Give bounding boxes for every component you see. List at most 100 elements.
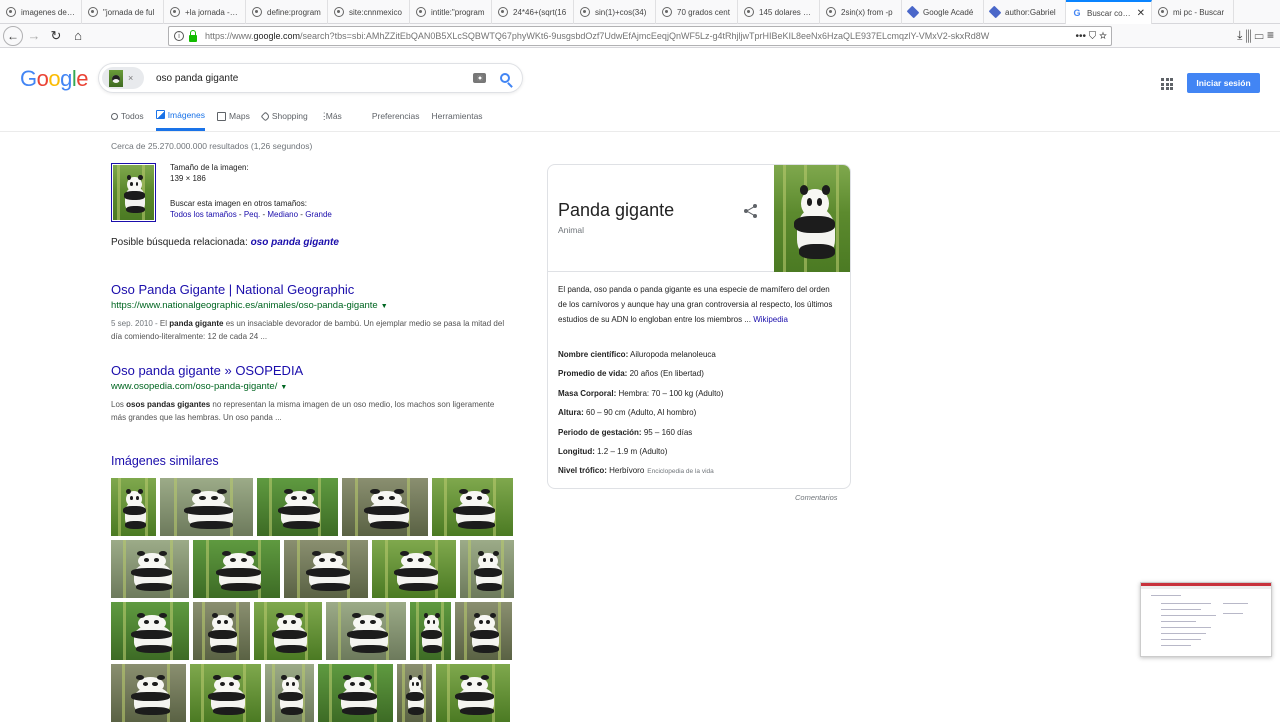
back-button[interactable]: ←: [3, 25, 23, 46]
search-box[interactable]: × oso panda gigante: [98, 63, 523, 93]
toolbar-icons[interactable]: ⤓ ⫼ ▭ ≡: [1237, 28, 1274, 43]
similar-image[interactable]: [160, 478, 253, 536]
browser-tab[interactable]: author:Gabriel: [984, 0, 1066, 24]
fact-label[interactable]: Nombre científico:: [558, 350, 628, 359]
panda-image: [455, 602, 512, 660]
similar-image[interactable]: [326, 602, 406, 660]
similar-image[interactable]: [111, 664, 186, 722]
fact-source[interactable]: Enciclopedia de la vida: [647, 468, 714, 475]
browser-nav-bar: ← → ↻ ⌂ i https://www.google.com/search?…: [0, 24, 1280, 48]
forward-button[interactable]: →: [23, 25, 45, 47]
browser-tab[interactable]: "jornada de ful: [82, 0, 164, 24]
panda-image: [318, 664, 393, 722]
logo-letter: o: [36, 66, 49, 91]
result-title-link[interactable]: Oso Panda Gigante | National Geographic: [111, 282, 511, 298]
source-image-thumbnail[interactable]: [111, 163, 156, 222]
reload-button[interactable]: ↻: [45, 25, 67, 47]
result-title-link[interactable]: Oso panda gigante » OSOPEDIA: [111, 363, 511, 379]
feedback-link[interactable]: Comentarios: [795, 493, 838, 502]
similar-images-title[interactable]: Imágenes similares: [111, 454, 219, 468]
sign-in-button[interactable]: Iniciar sesión: [1187, 73, 1260, 93]
browser-tab[interactable]: G Buscar con G ✕: [1066, 0, 1152, 24]
panda-image: [432, 478, 513, 536]
tab-todos[interactable]: Todos: [111, 110, 144, 122]
search-image-chip[interactable]: ×: [102, 67, 144, 89]
related-search-link[interactable]: oso panda gigante: [251, 237, 339, 248]
tab-más[interactable]: ⋮ Más: [320, 110, 342, 122]
knowledge-panel-image[interactable]: [774, 165, 850, 272]
size-link[interactable]: Todos los tamaños: [170, 210, 237, 219]
similar-image[interactable]: [111, 602, 189, 660]
browser-tab[interactable]: define:program: [246, 0, 328, 24]
home-button[interactable]: ⌂: [67, 25, 89, 47]
similar-image[interactable]: [436, 664, 510, 722]
browser-tab[interactable]: mi pc - Buscar: [1152, 0, 1234, 24]
screenshot-preview[interactable]: [1140, 582, 1272, 657]
preferences-link[interactable]: Preferencias: [372, 110, 420, 122]
info-icon[interactable]: i: [174, 31, 184, 41]
tools-link[interactable]: Herramientas: [432, 110, 483, 122]
similar-image[interactable]: [254, 602, 322, 660]
similar-image[interactable]: [455, 602, 512, 660]
browser-tab[interactable]: +la jornada - Bu: [164, 0, 246, 24]
url-bar[interactable]: i https://www.google.com/search?tbs=sbi:…: [168, 26, 1112, 46]
browser-tab[interactable]: Google Acadé: [902, 0, 984, 24]
fact-label[interactable]: Altura:: [558, 408, 584, 417]
result-snippet: Los osos pandas gigantes no representan …: [111, 398, 511, 424]
fact-label[interactable]: Masa Corporal:: [558, 389, 616, 398]
similar-image[interactable]: [460, 540, 514, 598]
tab-imágenes[interactable]: Imágenes: [155, 110, 206, 131]
remove-image-icon[interactable]: ×: [128, 73, 133, 83]
fact-value: Hembra: 70 – 100 kg (Adulto): [618, 388, 724, 398]
close-tab-icon[interactable]: ✕: [1133, 8, 1145, 19]
camera-icon[interactable]: [473, 73, 486, 83]
result-url[interactable]: www.osopedia.com/oso-panda-gigante/▼: [111, 379, 511, 395]
size-link[interactable]: Peq.: [244, 210, 260, 219]
browser-tab[interactable]: 145 dolares a p: [738, 0, 820, 24]
google-logo[interactable]: Google: [20, 66, 89, 92]
fact-row: Nivel trófico: Herbívoro Enciclopedia de …: [558, 466, 848, 485]
similar-images-row: [111, 664, 510, 722]
similar-image[interactable]: [432, 478, 513, 536]
apps-grid-icon[interactable]: [1161, 78, 1173, 90]
similar-image[interactable]: [342, 478, 428, 536]
browser-tab[interactable]: 2sin(x) from -p: [820, 0, 902, 24]
similar-image[interactable]: [111, 478, 156, 536]
search-input[interactable]: oso panda gigante: [156, 73, 473, 84]
chevron-down-icon[interactable]: ▼: [280, 384, 287, 391]
fact-row: Periodo de gestación: 95 – 160 días: [558, 428, 848, 447]
similar-image[interactable]: [284, 540, 368, 598]
lock-icon[interactable]: [189, 29, 197, 42]
browser-tab[interactable]: 24*46+(sqrt(16: [492, 0, 574, 24]
similar-image[interactable]: [318, 664, 393, 722]
similar-image[interactable]: [410, 602, 451, 660]
similar-image[interactable]: [193, 602, 250, 660]
similar-image[interactable]: [265, 664, 314, 722]
browser-tab[interactable]: sin(1)+cos(34): [574, 0, 656, 24]
browser-tab[interactable]: site:cnnmexico: [328, 0, 410, 24]
fact-label[interactable]: Promedio de vida:: [558, 369, 627, 378]
browser-tab[interactable]: intitle:"program: [410, 0, 492, 24]
similar-image[interactable]: [111, 540, 189, 598]
tab-shopping[interactable]: Shopping: [260, 110, 308, 122]
browser-tab[interactable]: 70 grados cent: [656, 0, 738, 24]
wikipedia-link[interactable]: Wikipedia: [753, 315, 788, 324]
similar-image[interactable]: [397, 664, 432, 722]
fact-label[interactable]: Periodo de gestación:: [558, 428, 642, 437]
similar-image[interactable]: [257, 478, 338, 536]
share-icon[interactable]: [744, 204, 758, 218]
result-url[interactable]: https://www.nationalgeographic.es/animal…: [111, 298, 511, 314]
search-icon[interactable]: [500, 73, 510, 83]
fact-label[interactable]: Nivel trófico:: [558, 466, 607, 475]
similar-image[interactable]: [190, 664, 261, 722]
size-link[interactable]: Mediano: [267, 210, 298, 219]
chevron-down-icon[interactable]: ▼: [381, 303, 388, 310]
url-actions[interactable]: ••• ⛉ ☆: [1075, 31, 1107, 42]
fact-label[interactable]: Longitud:: [558, 447, 595, 456]
url-text[interactable]: https://www.google.com/search?tbs=sbi:AM…: [205, 31, 1045, 41]
size-link[interactable]: Grande: [305, 210, 332, 219]
similar-image[interactable]: [372, 540, 456, 598]
similar-image[interactable]: [193, 540, 280, 598]
browser-tab[interactable]: imagenes de nu: [0, 0, 82, 24]
tab-maps[interactable]: Maps: [217, 110, 250, 122]
